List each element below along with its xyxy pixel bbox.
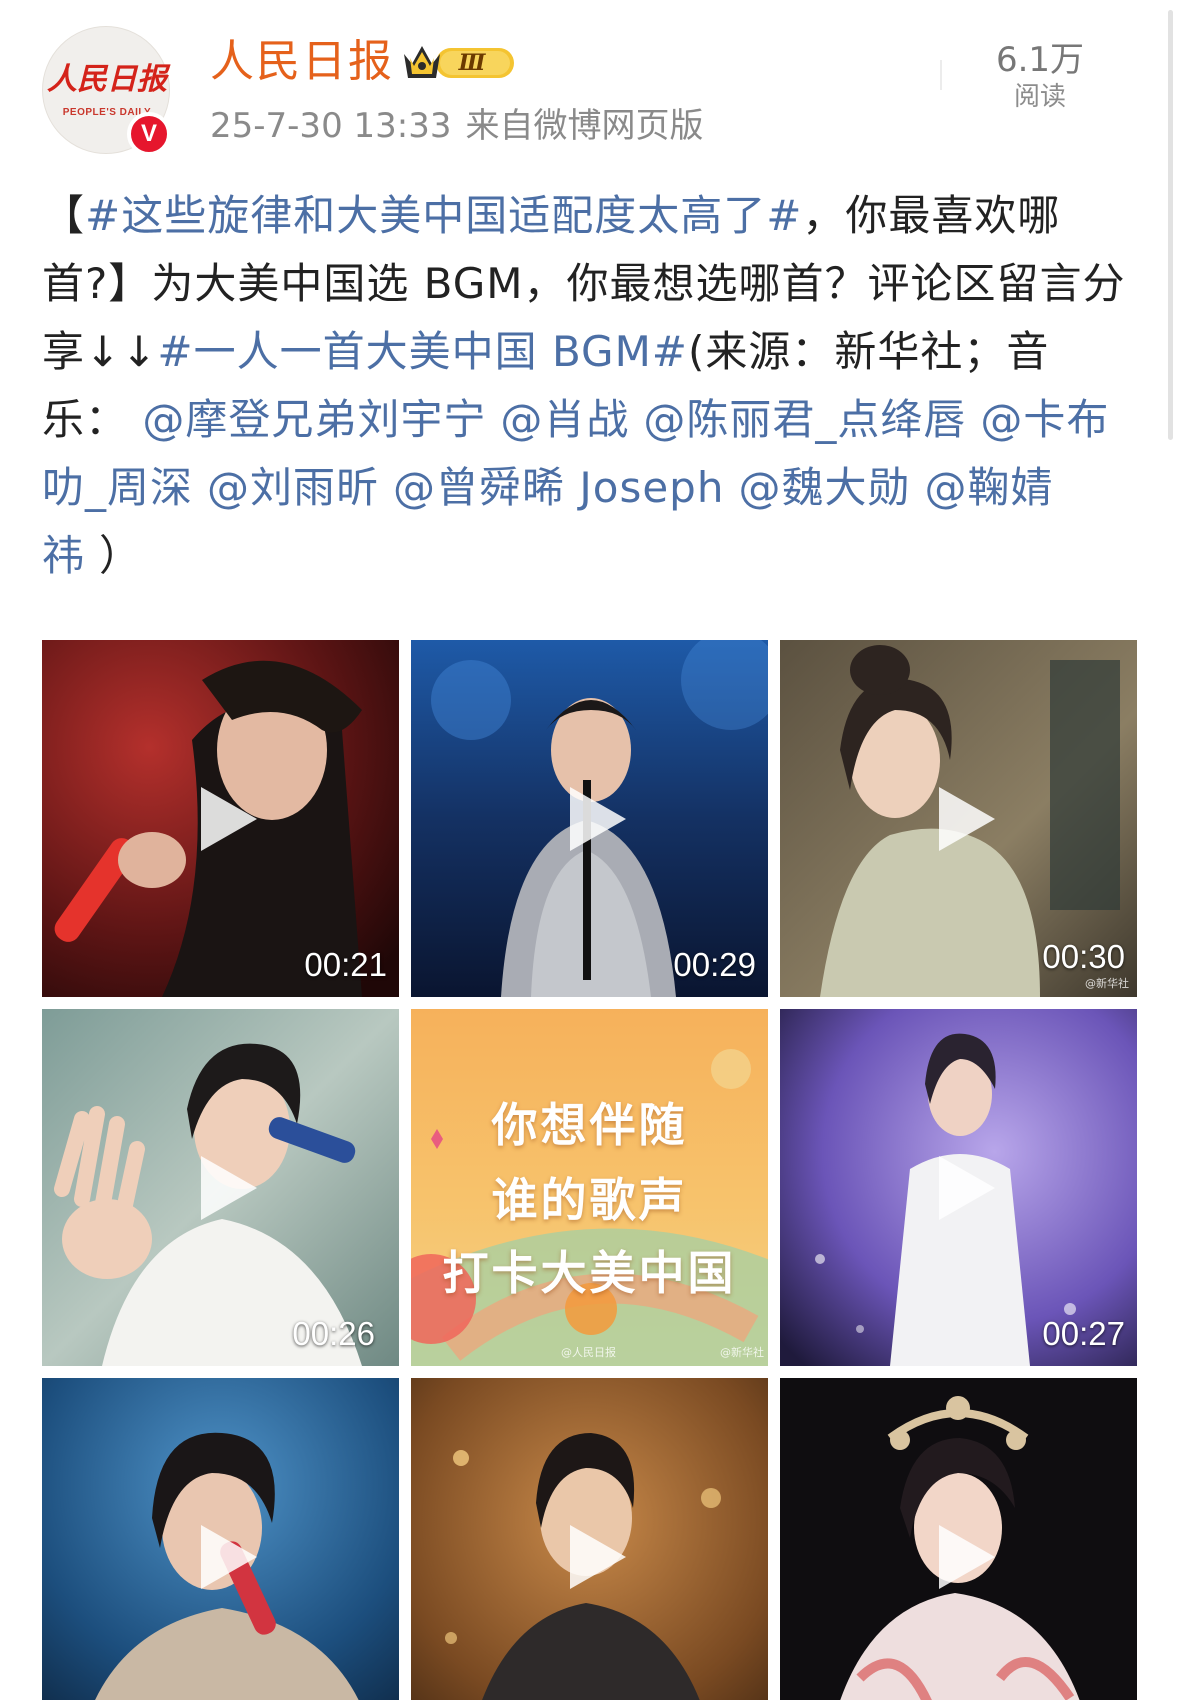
mention-link[interactable]: @肖战 [500, 395, 629, 444]
hashtag-link[interactable]: #一人一首大美中国 BGM# [157, 327, 688, 376]
play-icon [569, 786, 626, 851]
play-icon [569, 1524, 626, 1589]
play-icon [938, 1524, 995, 1589]
close-bracket: 】 [108, 259, 152, 308]
video-duration: 00:21 [304, 946, 387, 983]
member-level-badge[interactable]: Ⅲ [400, 40, 518, 84]
read-label: 阅读 [1013, 82, 1066, 112]
post-meta: 25-7-30 13:33 来自微博网页版 [210, 104, 718, 148]
read-count: 6.1万 [995, 40, 1085, 80]
open-bracket: 【 [42, 191, 86, 240]
weibo-post: 人民日报 PEOPLE'S DAILY V 人民日报 Ⅲ 25-7-30 13:… [0, 0, 1179, 1700]
logo-text: 人民日报 [47, 62, 171, 97]
watermark: @新华社 [1085, 977, 1129, 990]
play-icon [938, 1155, 995, 1220]
mention-link[interactable]: @陈丽君_点绛唇 [643, 395, 966, 444]
video-thumbnail[interactable]: 00:26 [42, 1009, 399, 1366]
divider [940, 60, 942, 90]
play-icon [200, 1155, 257, 1220]
video-thumbnail[interactable] [411, 1378, 768, 1700]
video-thumbnail[interactable]: 00:27 [780, 1009, 1137, 1366]
video-thumbnail[interactable] [42, 1378, 399, 1700]
promo-text: 打卡大美中国 [442, 1246, 737, 1300]
scrollbar[interactable] [1168, 10, 1173, 440]
video-thumbnail[interactable]: @新华社 00:30 [780, 640, 1137, 997]
timestamp: 25-7-30 13:33 [210, 106, 452, 146]
mention-link[interactable]: @摩登兄弟刘宇宁 [142, 395, 486, 444]
promo-image[interactable]: 你想伴随 谁的歌声 打卡大美中国 @人民日报 @新华社 [411, 1009, 768, 1366]
closing-paren: ） [99, 531, 143, 580]
hashtag-link[interactable]: #这些旋律和大美中国适配度太高了# [85, 191, 802, 240]
video-duration: 00:29 [673, 946, 756, 983]
crown-icon [404, 46, 440, 78]
watermark: @人民日报 [561, 1346, 616, 1359]
play-icon [938, 786, 995, 851]
video-thumbnail[interactable] [780, 1378, 1137, 1700]
member-level: Ⅲ [458, 50, 487, 76]
video-duration: 00:26 [292, 1315, 375, 1352]
video-duration: 00:30 [1042, 938, 1125, 975]
mention-link[interactable]: @曾舜晞 Joseph [393, 463, 724, 512]
username[interactable]: 人民日报 [210, 34, 394, 90]
video-thumbnail[interactable]: 00:21 [42, 640, 399, 997]
watermark: @新华社 [720, 1346, 764, 1359]
post-source: 来自微博网页版 [465, 106, 704, 146]
video-thumbnail[interactable]: 00:29 [411, 640, 768, 997]
verified-badge: V [127, 112, 171, 156]
play-icon [200, 786, 257, 851]
video-duration: 00:27 [1042, 1315, 1125, 1352]
mention-link[interactable]: @魏大勋 [738, 463, 910, 512]
media-grid: 00:21 00:29 @新华社 00:30 00:26 你想伴随 谁的歌声 打… [42, 640, 1138, 1700]
down-arrows: ↓↓ [85, 327, 158, 376]
promo-text: 你想伴随 [491, 1098, 688, 1152]
promo-text: 谁的歌声 [491, 1173, 688, 1227]
mention-link[interactable]: @刘雨昕 [207, 463, 379, 512]
post-text: 【#这些旋律和大美中国适配度太高了#，你最喜欢哪首?】为大美中国选 BGM，你最… [42, 182, 1132, 590]
play-icon [200, 1524, 257, 1589]
